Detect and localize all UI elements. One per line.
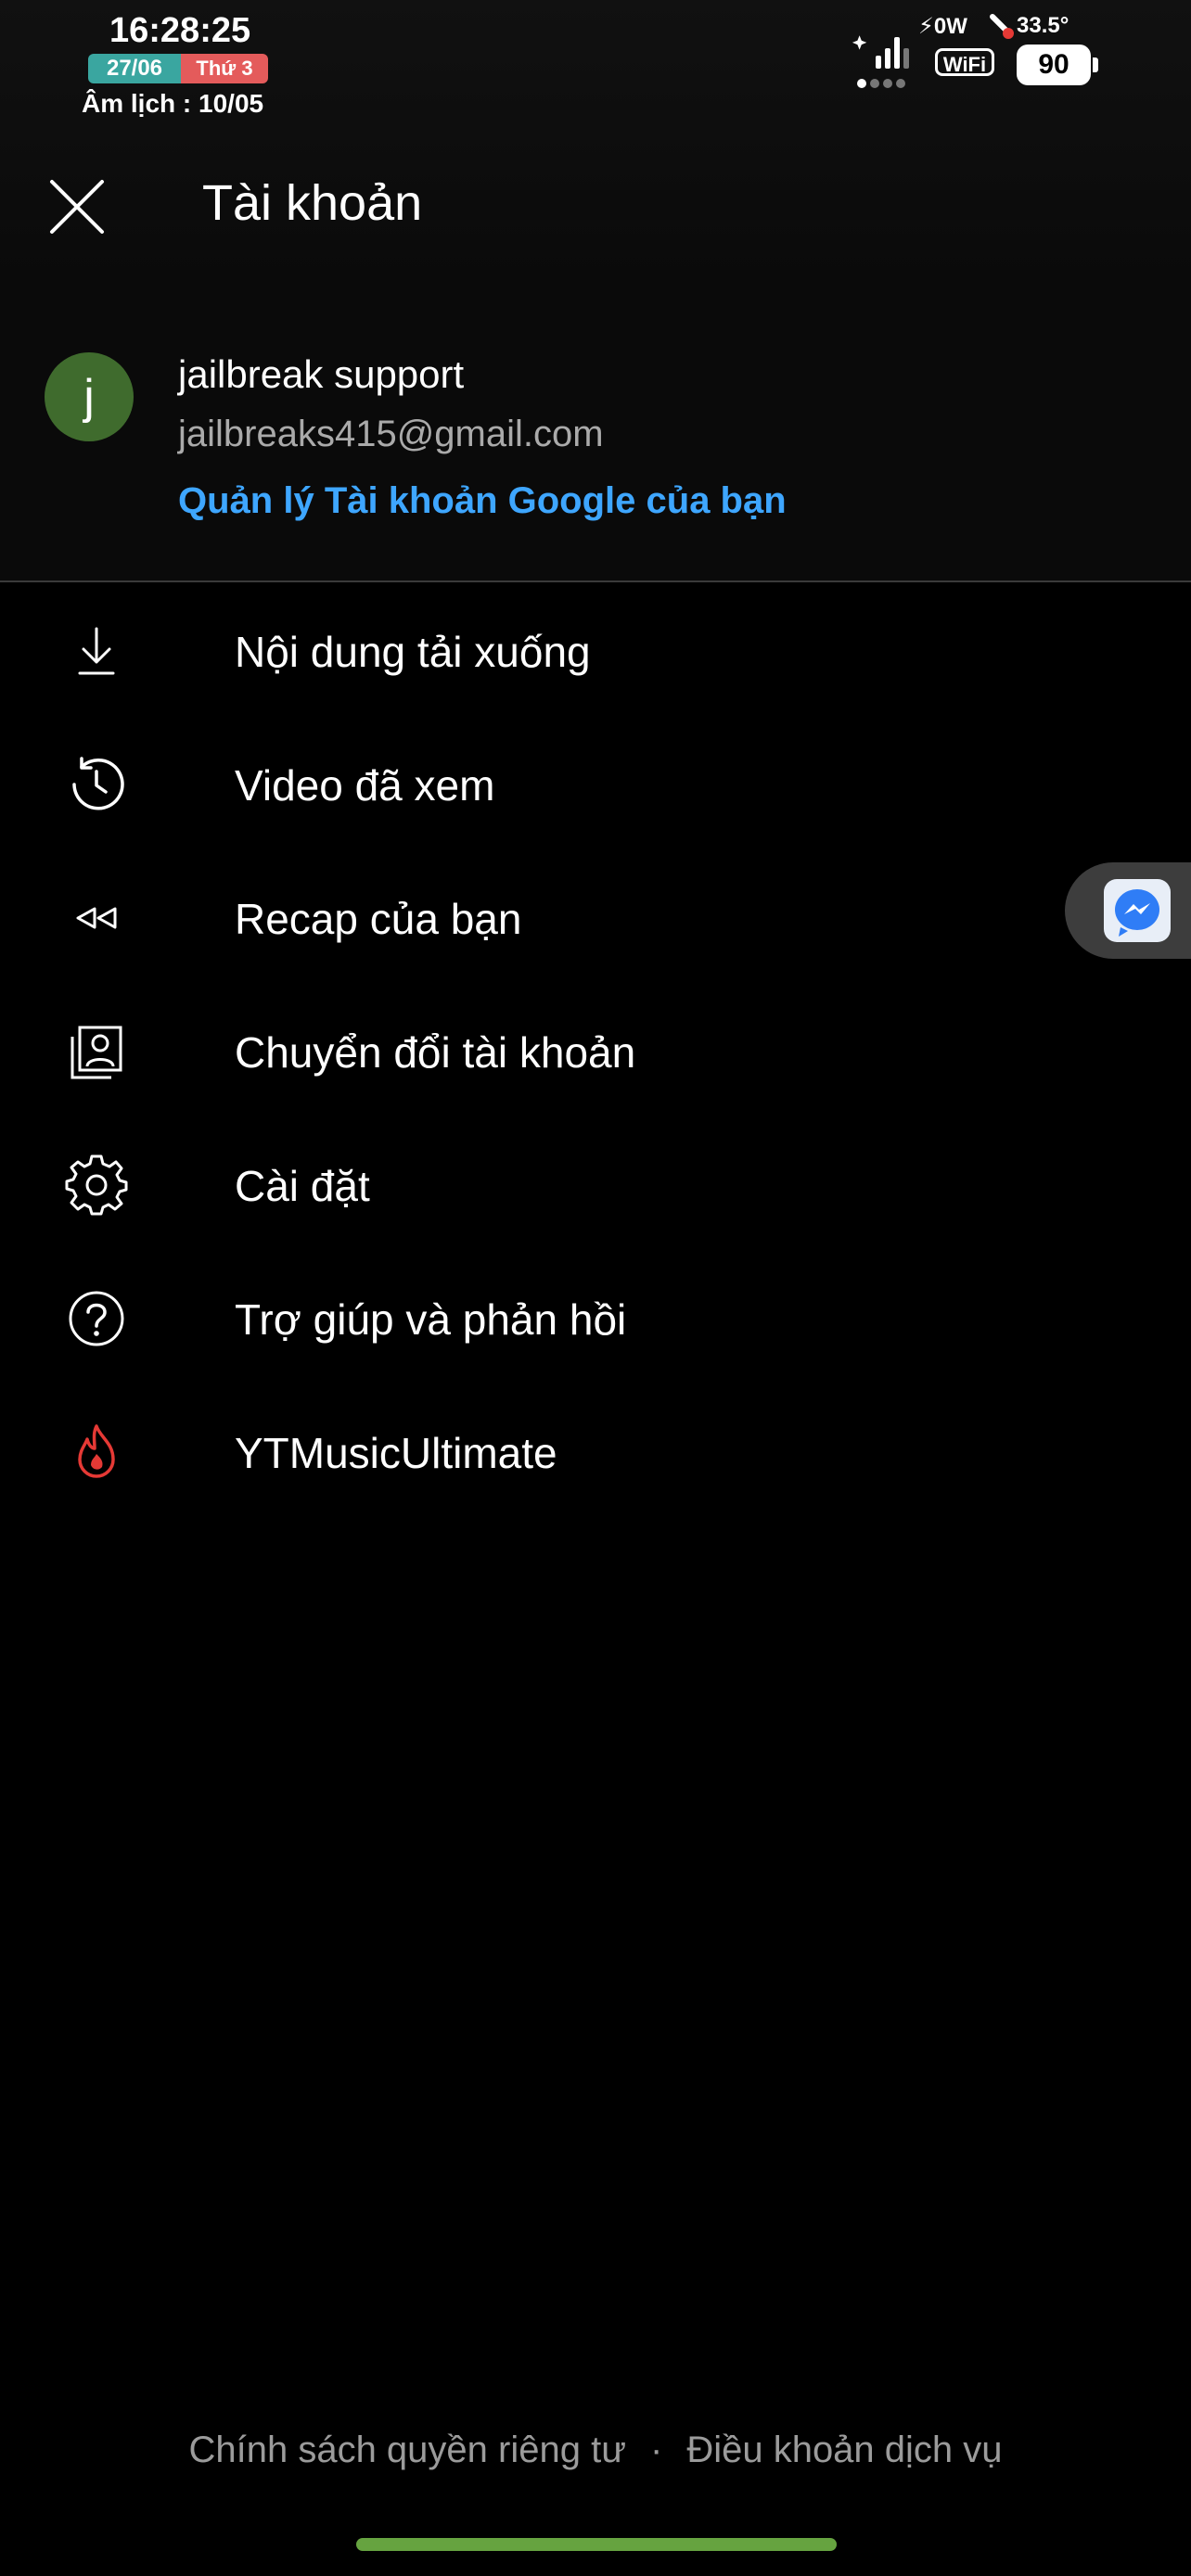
thermometer-icon bbox=[990, 14, 1014, 39]
avatar[interactable]: j bbox=[45, 352, 134, 441]
flame-icon bbox=[78, 1424, 115, 1478]
menu-item-history[interactable]: Video đã xem bbox=[0, 718, 1191, 851]
status-temperature: 33.5° bbox=[1017, 13, 1069, 38]
privacy-policy-link[interactable]: Chính sách quyền riêng tư bbox=[188, 2429, 626, 2470]
menu-item-label: Video đã xem bbox=[235, 761, 495, 810]
download-icon bbox=[78, 627, 115, 675]
menu-item-ytmusicultimate[interactable]: YTMusicUltimate bbox=[0, 1385, 1191, 1519]
manage-google-account-link[interactable]: Quản lý Tài khoản Google của bạn bbox=[178, 480, 787, 522]
status-weekday: Thứ 3 bbox=[181, 54, 268, 83]
gear-icon bbox=[65, 1154, 128, 1216]
menu-item-label: Trợ giúp và phản hồi bbox=[235, 1295, 627, 1344]
messenger-icon[interactable] bbox=[1104, 879, 1171, 942]
cellular-signal-icon bbox=[852, 35, 909, 88]
history-icon bbox=[72, 757, 124, 810]
menu-item-recap[interactable]: Recap của bạn bbox=[0, 851, 1191, 985]
page-title: Tài khoản bbox=[202, 175, 423, 231]
status-date: 27/06 bbox=[88, 54, 181, 83]
status-time: 16:28:25 bbox=[109, 11, 251, 50]
rewind-icon bbox=[76, 907, 117, 929]
divider bbox=[0, 580, 1191, 582]
menu-item-label: YTMusicUltimate bbox=[235, 1429, 557, 1477]
footer-links: Chính sách quyền riêng tư · Điều khoản dịc… bbox=[0, 2429, 1191, 2471]
menu-item-settings[interactable]: Cài đặt bbox=[0, 1118, 1191, 1252]
menu-item-label: Nội dung tải xuống bbox=[235, 628, 591, 676]
menu-item-switch-account[interactable]: Chuyển đổi tài khoản bbox=[0, 985, 1191, 1118]
help-icon bbox=[69, 1291, 124, 1346]
home-indicator[interactable] bbox=[356, 2538, 837, 2551]
battery-tip bbox=[1093, 57, 1098, 72]
switch-account-icon bbox=[70, 1026, 122, 1079]
terms-of-service-link[interactable]: Điều khoản dịch vụ bbox=[686, 2429, 1002, 2470]
footer-separator: · bbox=[649, 2429, 663, 2470]
status-lunar-date: Âm lịch : 10/05 bbox=[82, 89, 264, 118]
account-email: jailbreaks415@gmail.com bbox=[178, 414, 604, 454]
close-icon[interactable] bbox=[46, 176, 108, 237]
menu-item-help[interactable]: Trợ giúp và phản hồi bbox=[0, 1252, 1191, 1385]
menu-item-label: Chuyển đổi tài khoản bbox=[235, 1028, 636, 1077]
menu-item-label: Recap của bạn bbox=[235, 895, 522, 943]
battery-level: 90 bbox=[1017, 45, 1091, 85]
menu-item-label: Cài đặt bbox=[235, 1162, 370, 1210]
wifi-icon: WiFi bbox=[935, 48, 994, 76]
menu-item-downloads[interactable]: Nội dung tải xuống bbox=[0, 584, 1191, 718]
account-name: jailbreak support bbox=[178, 352, 465, 396]
status-power: ⚡0W bbox=[918, 14, 967, 39]
